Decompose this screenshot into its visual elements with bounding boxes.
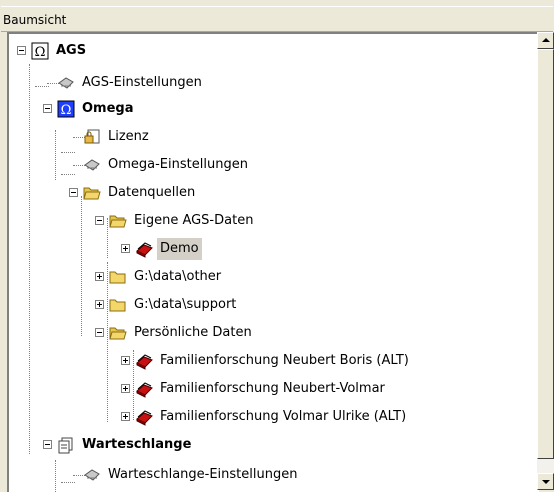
folder-icon [109,268,127,286]
license-lock-icon [83,128,101,146]
tree-node[interactable]: Ω Omega [9,98,539,120]
expand-toggle[interactable] [95,272,104,281]
expand-toggle[interactable] [121,384,130,393]
arrow-up-icon [542,38,550,42]
tree-node[interactable]: G:\data\other [9,266,539,288]
omega-icon: Ω [31,42,49,60]
tree-node-label[interactable]: G:\data\other [131,266,224,288]
tree-view[interactable]: Ω AGS AGS-Einstellungen Ω Omega Lizenz Omega-E… [7,32,539,492]
tree-node[interactable]: Omega-Einstellungen [9,154,539,176]
database-red-icon [135,352,153,370]
scroll-down-button[interactable] [537,473,554,490]
svg-text:Ω: Ω [61,103,72,118]
tree-node[interactable]: Ω AGS [9,40,539,62]
panel-titlebar: Baumsicht [1,6,553,32]
expand-toggle[interactable] [95,300,104,309]
collapse-toggle[interactable] [69,188,78,197]
collapse-toggle[interactable] [17,46,26,55]
tree-node-label[interactable]: Lizenz [105,126,152,148]
tree-node-label[interactable]: G:\data\support [131,294,239,316]
scroll-thumb[interactable] [537,49,554,459]
folder-open-icon [109,212,127,230]
tree-node[interactable]: Warteschlange [9,434,539,456]
vertical-scrollbar[interactable] [537,32,554,490]
panel-title: Baumsicht [3,13,67,27]
tree-node[interactable]: AGS-Einstellungen [9,72,539,94]
expand-toggle[interactable] [121,412,130,421]
scroll-up-button[interactable] [537,32,554,49]
tree-node-label[interactable]: AGS-Einstellungen [79,72,205,94]
tree-node-label[interactable]: Warteschlange [79,434,194,456]
tree-node[interactable]: Familienforschung Volmar Ulrike (ALT) [9,406,539,428]
tree-node-label[interactable]: Persönliche Daten [131,322,255,344]
database-red-icon [135,380,153,398]
tree-node[interactable]: Lizenz [9,126,539,148]
database-red-icon [135,240,153,258]
tree-node[interactable]: Demo [9,238,539,260]
tree-node-label[interactable]: Omega-Einstellungen [105,154,251,176]
folder-open-icon [83,184,101,202]
tree-node[interactable]: Eigene AGS-Daten [9,210,539,232]
tree-node-label[interactable]: Familienforschung Volmar Ulrike (ALT) [157,406,409,428]
svg-text:Ω: Ω [35,45,46,60]
tools-icon [83,156,101,174]
tree-node-label[interactable]: Familienforschung Neubert-Volmar [157,378,388,400]
folder-open-icon [109,324,127,342]
tools-icon [57,74,75,92]
tree-node[interactable]: Warteschlange-Einstellungen [9,464,539,486]
tree-node-label[interactable]: Omega [79,98,137,120]
tree-node[interactable]: Familienforschung Neubert-Volmar [9,378,539,400]
tree-node-label[interactable]: Datenquellen [105,182,198,204]
arrow-down-icon [542,480,550,484]
tree-node-label[interactable]: Familienforschung Neubert Boris (ALT) [157,350,412,372]
tree-node-label[interactable]: Eigene AGS-Daten [131,210,256,232]
tree-node[interactable]: Familienforschung Neubert Boris (ALT) [9,350,539,372]
expand-toggle[interactable] [121,356,130,365]
tree-node-label[interactable]: AGS [53,40,89,62]
collapse-toggle[interactable] [95,328,104,337]
collapse-toggle[interactable] [43,104,52,113]
tree-node-label[interactable]: Warteschlange-Einstellungen [105,464,300,486]
tree-node-label[interactable]: Demo [157,238,202,260]
tree-node[interactable]: G:\data\support [9,294,539,316]
tools-icon [83,466,101,484]
database-red-icon [135,408,153,426]
folder-icon [109,296,127,314]
tree-view-panel: Baumsicht Ω AGS AGS-Einstellungen Ω Omega Liz… [0,0,554,492]
tree-node[interactable]: Persönliche Daten [9,322,539,344]
expand-toggle[interactable] [121,244,130,253]
queue-icon [57,436,75,454]
collapse-toggle[interactable] [95,216,104,225]
omega-blue-icon: Ω [57,100,75,118]
collapse-toggle[interactable] [43,440,52,449]
tree-node[interactable]: Datenquellen [9,182,539,204]
